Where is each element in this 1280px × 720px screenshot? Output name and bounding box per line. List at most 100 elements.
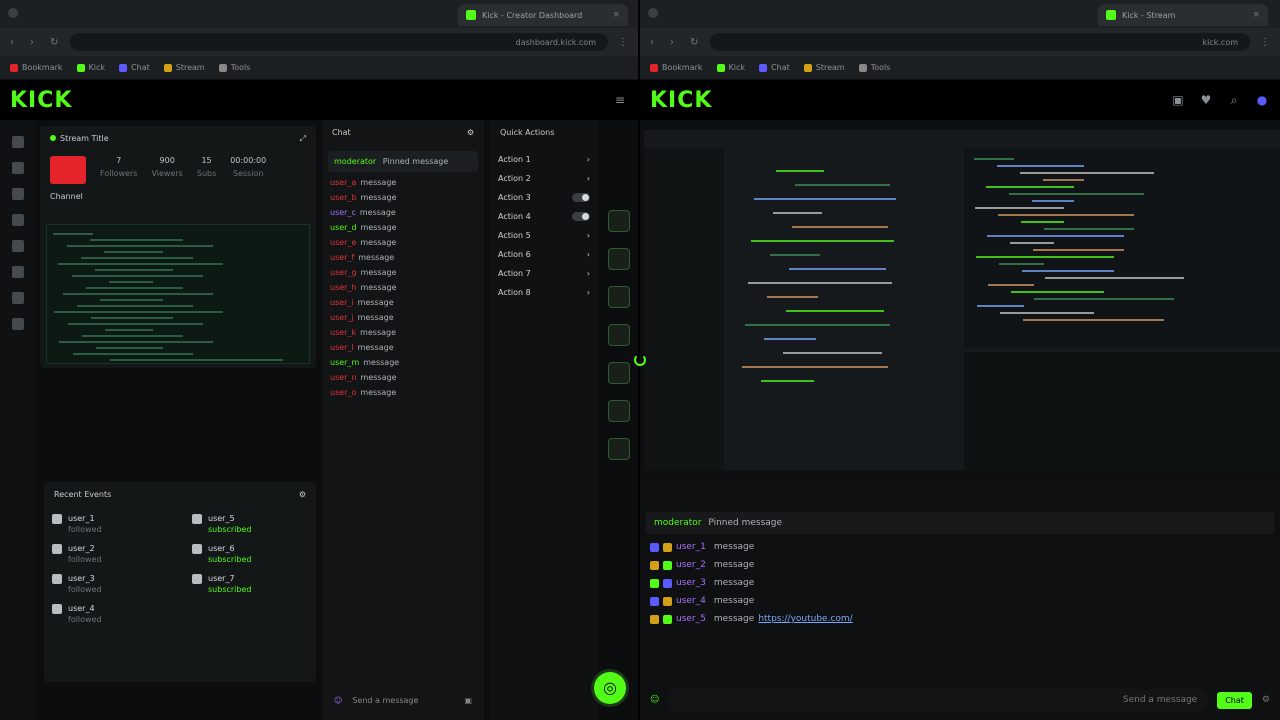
kick-logo[interactable]: KICK <box>650 88 712 113</box>
bookmark-item[interactable]: Chat <box>759 63 790 72</box>
chat-username[interactable]: user_l <box>330 343 354 352</box>
chat-username[interactable]: user_4 <box>676 596 706 606</box>
settings-icon[interactable] <box>12 292 24 304</box>
chat-message[interactable]: user_b message <box>330 193 476 202</box>
chat-username[interactable]: user_e <box>330 238 356 247</box>
chat-username[interactable]: user_3 <box>676 578 706 588</box>
extensions-icon[interactable]: ⋮ <box>618 37 628 48</box>
chat-message[interactable]: user_l message <box>330 343 476 352</box>
tool-button-2[interactable] <box>608 248 630 270</box>
chat-message[interactable]: user_m message <box>330 358 476 367</box>
chat-username[interactable]: user_h <box>330 283 357 292</box>
window-button[interactable] <box>8 8 18 18</box>
quick-action-item[interactable]: Action 4 <box>498 212 590 221</box>
chat-message[interactable]: user_n message <box>330 373 476 382</box>
chat-settings-icon[interactable]: ⚙ <box>467 128 474 137</box>
bookmark-item[interactable]: Kick <box>716 63 745 72</box>
tool-button-6[interactable] <box>608 400 630 422</box>
go-live-button[interactable]: ◎ <box>594 672 626 704</box>
bookmark-item[interactable]: Kick <box>76 63 105 72</box>
url-field[interactable]: kick.com <box>710 33 1250 51</box>
quick-action-item[interactable]: Action 3 <box>498 193 590 202</box>
settings-icon[interactable]: ⚙ <box>1262 695 1270 705</box>
home-icon[interactable] <box>12 136 24 148</box>
gift-icon[interactable]: ▣ <box>464 696 472 705</box>
chat-message[interactable]: user_j message <box>330 313 476 322</box>
chat-message[interactable]: user_c message <box>330 208 476 217</box>
back-icon[interactable]: ‹ <box>10 37 20 48</box>
monetization-icon[interactable] <box>12 240 24 252</box>
bookmark-item[interactable]: Bookmark <box>650 63 703 72</box>
reload-icon[interactable]: ↻ <box>50 37 60 48</box>
chat-message[interactable]: user_1 message <box>650 542 1270 552</box>
close-tab-icon[interactable]: × <box>1252 10 1260 20</box>
browser-tab[interactable]: Kick - Creator Dashboard × <box>458 4 628 26</box>
camera-icon[interactable] <box>608 134 630 156</box>
emote-icon[interactable]: ☺ <box>334 696 342 705</box>
quick-action-item[interactable]: Action 8 › <box>498 288 590 297</box>
chat-message[interactable]: user_g message <box>330 268 476 277</box>
chat-message[interactable]: user_f message <box>330 253 476 262</box>
chat-input[interactable]: Send a message <box>352 696 454 705</box>
close-tab-icon[interactable]: × <box>612 10 620 20</box>
chat-message[interactable]: user_h message <box>330 283 476 292</box>
pinned-message[interactable]: moderator Pinned message <box>328 151 478 172</box>
chat-message[interactable]: user_o message <box>330 388 476 397</box>
menu-icon[interactable]: ≡ <box>612 93 628 107</box>
chat-username[interactable]: user_c <box>330 208 356 217</box>
chat-username[interactable]: user_1 <box>676 542 706 552</box>
tool-button-4[interactable] <box>608 324 630 346</box>
chat-username[interactable]: user_2 <box>676 560 706 570</box>
pen-icon[interactable] <box>608 172 630 194</box>
chat-message[interactable]: user_e message <box>330 238 476 247</box>
chat-message[interactable]: user_k message <box>330 328 476 337</box>
chat-message[interactable]: user_i message <box>330 298 476 307</box>
quick-action-item[interactable]: Action 1 › <box>498 155 590 164</box>
quick-action-item[interactable]: Action 2 › <box>498 174 590 183</box>
send-chat-button[interactable]: Chat <box>1217 691 1252 709</box>
chat-username[interactable]: user_f <box>330 253 354 262</box>
chat-username[interactable]: user_i <box>330 298 354 307</box>
chat-username[interactable]: user_a <box>330 178 356 187</box>
kick-logo[interactable]: KICK <box>10 88 72 113</box>
bookmark-item[interactable]: Stream <box>163 63 205 72</box>
tool-button-3[interactable] <box>608 286 630 308</box>
gift-icon[interactable]: ▣ <box>1170 93 1186 107</box>
chat-link[interactable]: https://youtube.com/ <box>758 614 852 624</box>
reload-icon[interactable]: ↻ <box>690 37 700 48</box>
quick-action-item[interactable]: Action 5 › <box>498 231 590 240</box>
filter-icon[interactable]: ⚙ <box>299 490 306 499</box>
forward-icon[interactable]: › <box>670 37 680 48</box>
stream-player[interactable] <box>640 120 1280 480</box>
avatar[interactable]: ● <box>1254 93 1270 107</box>
analytics-icon[interactable] <box>12 318 24 330</box>
bookmark-item[interactable]: Chat <box>119 63 150 72</box>
community-icon[interactable] <box>12 214 24 226</box>
quick-action-toggle[interactable] <box>572 212 590 221</box>
back-icon[interactable]: ‹ <box>650 37 660 48</box>
forward-icon[interactable]: › <box>30 37 40 48</box>
chat-username[interactable]: user_d <box>330 223 357 232</box>
chat-username[interactable]: user_n <box>330 373 357 382</box>
chat-username[interactable]: user_5 <box>676 614 706 624</box>
tool-button-7[interactable] <box>608 438 630 460</box>
chat-message[interactable]: user_4 message <box>650 596 1270 606</box>
quick-action-toggle[interactable] <box>572 193 590 202</box>
extensions-icon[interactable]: ⋮ <box>1260 37 1270 48</box>
chat-message[interactable]: user_3 message <box>650 578 1270 588</box>
notification-icon[interactable]: ♥ <box>1198 93 1214 107</box>
chat-username[interactable]: user_k <box>330 328 356 337</box>
bookmark-item[interactable]: Tools <box>858 63 890 72</box>
chat-username[interactable]: user_j <box>330 313 354 322</box>
chat-message[interactable]: user_2 message <box>650 560 1270 570</box>
chat-icon[interactable] <box>12 188 24 200</box>
window-button[interactable] <box>648 8 658 18</box>
tool-button-5[interactable] <box>608 362 630 384</box>
stream-preview[interactable] <box>46 224 310 364</box>
bookmark-item[interactable]: Tools <box>218 63 250 72</box>
tools-icon[interactable] <box>12 266 24 278</box>
bookmark-item[interactable]: Bookmark <box>10 63 63 72</box>
chat-username[interactable]: user_o <box>330 388 356 397</box>
expand-icon[interactable]: ⤢ <box>300 134 306 144</box>
emote-icon[interactable]: ☺ <box>650 695 659 705</box>
